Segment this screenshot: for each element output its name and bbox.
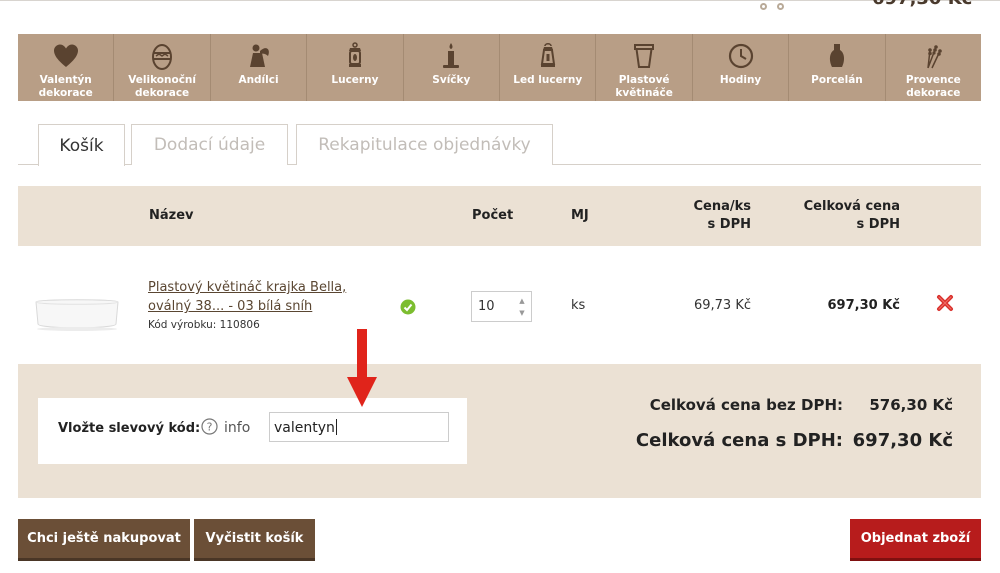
category-plastove-kvetinace[interactable]: Plastové květináče	[596, 34, 693, 101]
category-label: Andílci	[238, 74, 279, 86]
category-label: Lucerny	[331, 74, 379, 86]
category-label: Porcelán	[811, 74, 863, 86]
category-label: Hodiny	[719, 74, 762, 86]
column-header-name: Název	[149, 208, 194, 223]
chevron-up-icon[interactable]: ▲	[517, 295, 527, 307]
category-porcelan[interactable]: Porcelán	[789, 34, 886, 101]
carousel-dot[interactable]	[777, 3, 784, 10]
flowerpot-icon	[634, 44, 655, 68]
category-hodiny[interactable]: Hodiny	[693, 34, 790, 101]
category-label: Valentýn dekorace	[38, 74, 93, 99]
in-stock-icon	[400, 299, 416, 315]
category-svicky[interactable]: Svíčky	[404, 34, 501, 101]
quantity-stepper[interactable]: 10 ▲ ▼	[471, 291, 532, 322]
discount-code-value[interactable]: valentyn	[274, 419, 337, 436]
total-with-vat-value: 697,30 Kč	[852, 430, 953, 451]
carousel-dot[interactable]	[760, 3, 767, 10]
discount-code-input[interactable]: valentyn	[269, 412, 449, 442]
lavender-icon	[927, 45, 943, 69]
checkout-tabs: Košík Dodací údaje Rekapitulace objednáv…	[18, 124, 981, 166]
chevron-down-icon[interactable]: ▼	[517, 307, 527, 319]
clear-cart-button[interactable]: Vyčistit košík	[194, 519, 315, 561]
lantern-icon	[348, 42, 361, 67]
clock-icon	[728, 43, 753, 69]
category-lucerny[interactable]: Lucerny	[307, 34, 404, 101]
cart-table-header: Název Počet MJ Cena/ks s DPH Celková cen…	[18, 186, 981, 246]
table-row: Plastový květináč krajka Bella, oválný 3…	[18, 246, 981, 364]
candle-icon	[443, 43, 460, 68]
category-label: Provence dekorace	[905, 74, 961, 99]
cart-summary: Vložte slevový kód: ? info valentyn Celk…	[18, 364, 981, 498]
top-divider	[0, 0, 1000, 1]
column-header-unit: MJ	[571, 208, 589, 223]
easter-egg-icon	[152, 44, 173, 70]
category-led-lucerny[interactable]: Led lucerny	[500, 34, 597, 101]
discount-code-text: valentyn	[274, 420, 335, 436]
product-name-link[interactable]: Plastový květináč krajka Bella, oválný 3…	[148, 278, 388, 316]
angel-icon	[249, 44, 269, 67]
total-with-vat-label: Celková cena s DPH:	[635, 430, 843, 451]
red-arrow-annotation	[347, 329, 377, 407]
stepper-arrows[interactable]: ▲ ▼	[517, 295, 527, 319]
text-caret	[335, 419, 337, 435]
column-header-total-price: Celková cena s DPH	[803, 199, 900, 232]
category-label: Plastové květináče	[615, 74, 673, 99]
total-without-vat-value: 576,30 Kč	[869, 396, 953, 414]
tab-summary[interactable]: Rekapitulace objednávky	[296, 124, 553, 165]
carousel-dots	[760, 3, 784, 10]
heart-icon	[53, 44, 78, 67]
tab-cart[interactable]: Košík	[38, 124, 125, 166]
unit-price: 69,73 Kč	[693, 298, 751, 313]
led-lantern-icon	[540, 43, 555, 67]
info-link[interactable]: info	[224, 420, 250, 436]
category-nav: Valentýn dekorace Velikonoční dekorace A…	[18, 34, 981, 101]
total-without-vat-label: Celková cena bez DPH:	[649, 396, 843, 414]
discount-code-box: Vložte slevový kód: ? info valentyn	[38, 398, 467, 464]
category-valentyn[interactable]: Valentýn dekorace	[18, 34, 115, 101]
remove-item-icon[interactable]	[936, 294, 954, 312]
category-label: Velikonoční dekorace	[128, 74, 196, 99]
row-total-price: 697,30 Kč	[827, 298, 900, 313]
tab-delivery[interactable]: Dodací údaje	[131, 124, 288, 165]
category-label: Led lucerny	[513, 74, 583, 86]
header-cart-total[interactable]: 697,30 Kč	[872, 0, 972, 9]
category-andilci[interactable]: Andílci	[211, 34, 308, 101]
category-velikonocni[interactable]: Velikonoční dekorace	[114, 34, 211, 101]
vase-icon	[829, 44, 845, 67]
order-button[interactable]: Objednat zboží	[850, 519, 981, 561]
category-provence[interactable]: Provence dekorace	[886, 34, 981, 101]
column-header-unit-price: Cena/ks s DPH	[693, 199, 751, 232]
column-header-quantity: Počet	[472, 208, 514, 223]
cart-page: 697,30 Kč Valentýn dekorace Velikonoční …	[0, 0, 1000, 573]
unit: ks	[571, 298, 586, 313]
info-icon[interactable]: ?	[201, 418, 218, 435]
product-image[interactable]	[32, 296, 122, 332]
svg-text:?: ?	[207, 421, 213, 434]
product-code: Kód výrobku: 110806	[148, 319, 260, 331]
continue-shopping-button[interactable]: Chci ještě nakupovat	[18, 519, 190, 561]
quantity-value[interactable]: 10	[478, 299, 495, 314]
discount-code-label: Vložte slevový kód:	[58, 421, 201, 436]
category-label: Svíčky	[432, 74, 471, 86]
